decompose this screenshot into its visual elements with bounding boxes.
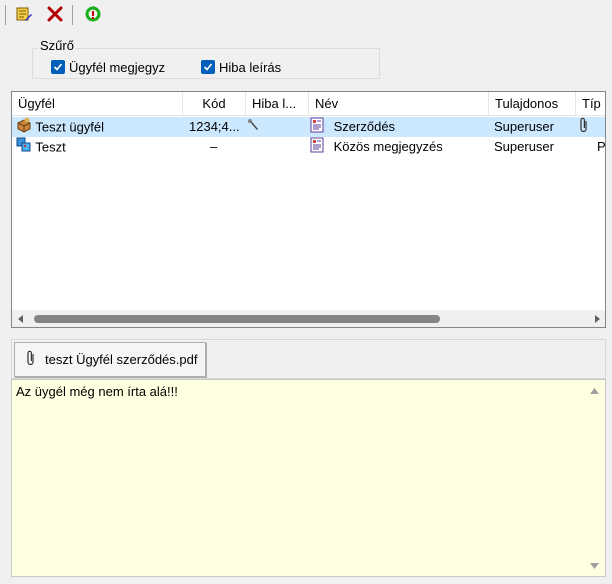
red-x-icon: [46, 5, 64, 26]
column-header-hiba[interactable]: Hiba l...: [246, 92, 309, 116]
paperclip-icon: [578, 117, 590, 137]
refresh-button[interactable]: [82, 4, 104, 26]
column-header-tulajdonos[interactable]: Tulajdonos: [489, 92, 576, 116]
checkbox-checked-icon: [201, 60, 215, 74]
cell-nev: Közös megjegyzés: [309, 137, 489, 157]
cell-kod: 1234;4...: [189, 119, 240, 134]
grid-header: Ügyfél Kód Hiba l... Név Tulajdonos Típ: [12, 92, 605, 116]
cell-tip: P: [597, 139, 606, 154]
cell-nev-text: Szerződés: [333, 119, 396, 135]
scroll-right-arrow-icon[interactable]: [588, 310, 605, 327]
vertical-scrollbar[interactable]: [583, 380, 605, 576]
document-icon: [309, 117, 325, 137]
filter-customer-note-label: Ügyfél megjegyz: [69, 59, 166, 75]
delete-button[interactable]: [44, 4, 66, 26]
scroll-up-arrow-icon[interactable]: [587, 384, 601, 398]
column-header-ugyfel[interactable]: Ügyfél: [12, 92, 183, 116]
wrench-icon: [247, 118, 261, 137]
cell-ugyfel: Teszt: [16, 137, 181, 157]
toolbar-separator: [72, 5, 73, 25]
cell-nev: Szerződés: [309, 117, 489, 137]
attachment-panel: teszt Ügyfél szerződés.pdf: [11, 339, 606, 379]
cell-tulajdonos: Superuser: [494, 139, 554, 154]
table-row[interactable]: Teszt ügyfél 1234;4... Szerződés Superus…: [12, 117, 605, 137]
cell-kod: –: [210, 139, 218, 154]
note-pen-icon: [15, 5, 33, 26]
cell-ugyfel-text: Teszt ügyfél: [35, 119, 105, 135]
column-header-kod[interactable]: Kód: [183, 92, 246, 116]
checkbox-checked-icon: [51, 60, 65, 74]
horizontal-scrollbar[interactable]: [12, 310, 605, 327]
filter-error-description-checkbox[interactable]: Hiba leírás: [201, 58, 281, 76]
filter-customer-note-checkbox[interactable]: Ügyfél megjegyz: [51, 58, 165, 76]
scroll-left-arrow-icon[interactable]: [12, 310, 29, 327]
horizontal-scroll-thumb[interactable]: [34, 315, 440, 323]
cell-ugyfel-text: Teszt: [35, 139, 66, 155]
cell-ugyfel: Teszt ügyfél: [16, 117, 181, 137]
edit-note-button[interactable]: [13, 4, 35, 26]
box-client-icon: [16, 117, 32, 137]
scroll-down-arrow-icon[interactable]: [587, 558, 601, 572]
memo-text: Az üygél még nem írta alá!!!: [16, 384, 178, 399]
copy-items-icon: [16, 137, 32, 157]
memo-textarea[interactable]: Az üygél még nem írta alá!!!: [11, 379, 606, 577]
column-header-nev[interactable]: Név: [309, 92, 489, 116]
filter-error-description-label: Hiba leírás: [219, 59, 282, 75]
cell-hiba: [247, 117, 307, 137]
cell-tulajdonos: Superuser: [494, 119, 554, 134]
attachment-file-button[interactable]: teszt Ügyfél szerződés.pdf: [14, 342, 206, 377]
cell-tip: [578, 117, 598, 137]
green-refresh-icon: [84, 5, 102, 26]
cell-nev-text: Közös megjegyzés: [333, 139, 443, 155]
toolbar-separator: [5, 5, 6, 25]
filter-legend: Szűrő: [38, 38, 76, 54]
table-row[interactable]: Teszt – Közös megjegyzés Superuser P: [12, 137, 606, 157]
attachment-filename: teszt Ügyfél szerződés.pdf: [45, 352, 198, 367]
paperclip-icon: [25, 350, 37, 369]
filter-group: Szűrő Ügyfél megjegyz Hiba leírás: [32, 38, 382, 80]
notes-grid[interactable]: Ügyfél Kód Hiba l... Név Tulajdonos Típ …: [11, 91, 606, 328]
document-icon: [309, 137, 325, 157]
toolbar: [0, 0, 612, 30]
column-header-tip[interactable]: Típ: [576, 92, 605, 116]
